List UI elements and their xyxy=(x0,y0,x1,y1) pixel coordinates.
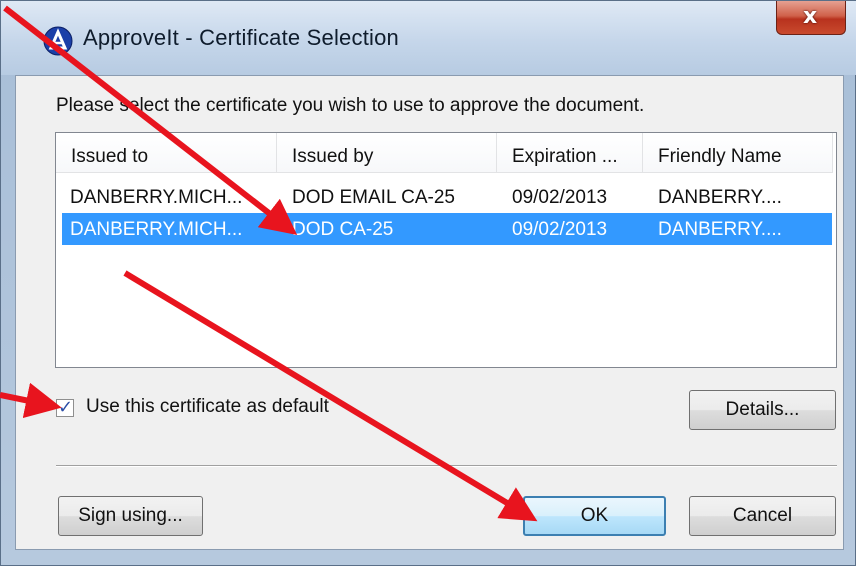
default-certificate-label[interactable]: Use this certificate as default xyxy=(86,396,329,418)
cell-friendly-name: DANBERRY.... xyxy=(658,187,782,208)
column-header-issued-to[interactable]: Issued to xyxy=(56,133,277,173)
cell-issued-to: DANBERRY.MICH... xyxy=(70,219,243,240)
cell-issued-by: DOD CA-25 xyxy=(292,219,394,240)
cell-issued-to: DANBERRY.MICH... xyxy=(70,187,243,208)
instruction-text: Please select the certificate you wish t… xyxy=(56,95,645,116)
window-title: ApproveIt - Certificate Selection xyxy=(83,25,399,50)
cell-issued-by: DOD EMAIL CA-25 xyxy=(292,187,455,208)
certificate-row[interactable]: DANBERRY.MICH... DOD EMAIL CA-25 09/02/2… xyxy=(62,181,832,213)
close-button[interactable]: x xyxy=(776,1,846,35)
approveit-logo-icon xyxy=(43,26,73,56)
checkmark-icon: ✓ xyxy=(58,397,74,418)
cell-expiration: 09/02/2013 xyxy=(512,219,608,240)
separator xyxy=(56,465,837,467)
default-certificate-checkbox[interactable]: ✓ xyxy=(56,397,74,418)
certificate-row-selected[interactable]: DANBERRY.MICH... DOD CA-25 09/02/2013 DA… xyxy=(62,213,832,245)
cancel-button[interactable]: Cancel xyxy=(689,496,836,536)
close-icon: x xyxy=(803,4,818,29)
column-header-expiration[interactable]: Expiration ... xyxy=(497,133,643,173)
dialog-window: ApproveIt - Certificate Selection x Plea… xyxy=(0,0,856,566)
details-button[interactable]: Details... xyxy=(689,390,836,430)
dialog-body: Please select the certificate you wish t… xyxy=(15,75,844,550)
cell-expiration: 09/02/2013 xyxy=(512,187,608,208)
ok-button[interactable]: OK xyxy=(523,496,666,536)
column-header-issued-by[interactable]: Issued by xyxy=(277,133,497,173)
column-header-friendly-name[interactable]: Friendly Name xyxy=(643,133,833,173)
certificate-list[interactable]: Issued to Issued by Expiration ... Frien… xyxy=(55,132,837,368)
cell-friendly-name: DANBERRY.... xyxy=(658,219,782,240)
title-bar[interactable]: ApproveIt - Certificate Selection x xyxy=(1,1,856,75)
sign-using-button[interactable]: Sign using... xyxy=(58,496,203,536)
